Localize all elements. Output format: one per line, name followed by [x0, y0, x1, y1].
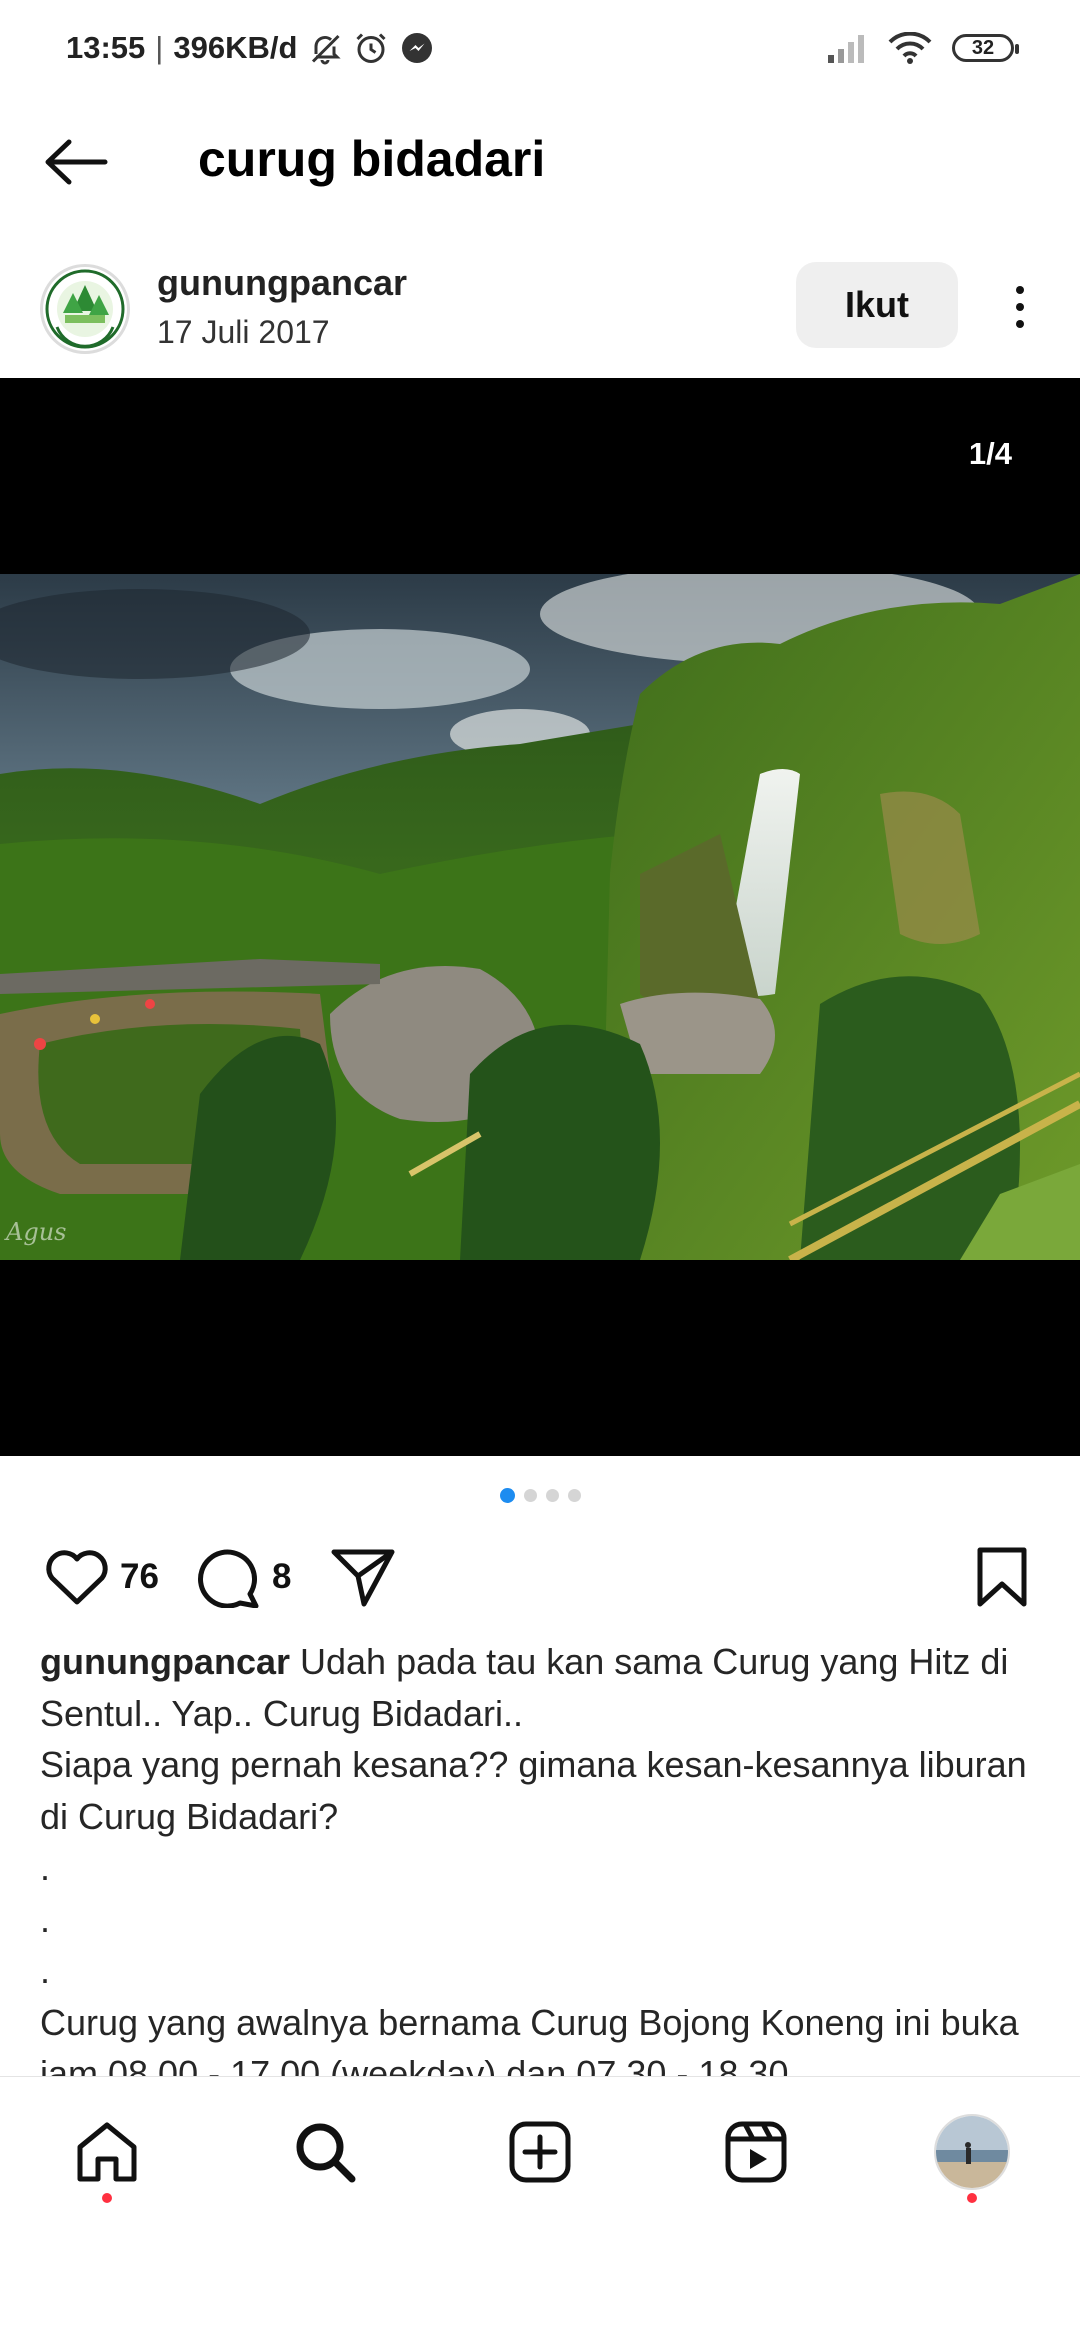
search-header: curug bidadari: [0, 100, 1080, 220]
comment-count[interactable]: 8: [272, 1557, 291, 1597]
caption-username[interactable]: gunungpancar: [40, 1641, 290, 1682]
post-media-carousel[interactable]: 1/4 Agus: [0, 378, 1080, 1456]
back-button[interactable]: [36, 122, 116, 202]
carousel-dot: [545, 1489, 559, 1502]
alarm-icon: [356, 33, 386, 63]
gunungpancar-logo-icon: [45, 269, 125, 349]
share-button[interactable]: [330, 1540, 396, 1614]
follow-button[interactable]: Ikut: [796, 262, 958, 348]
more-vertical-icon: [1016, 286, 1024, 294]
more-options-button[interactable]: [990, 272, 1050, 342]
status-data-rate: 396KB/d: [173, 30, 298, 65]
nav-create[interactable]: [495, 2107, 585, 2197]
caption-line: .: [40, 1847, 51, 1888]
bottom-navigation: [0, 2076, 1080, 2341]
more-dot: [1016, 303, 1024, 311]
battery-indicator: 32: [952, 34, 1019, 62]
nav-home[interactable]: [62, 2107, 152, 2203]
more-dot: [1016, 320, 1024, 328]
search-icon: [296, 2123, 356, 2183]
notification-dot: [967, 2193, 977, 2203]
caption-line: .: [40, 1950, 51, 1991]
status-right: 32: [826, 32, 1019, 64]
post-caption: gunungpancar Udah pada tau kan sama Curu…: [40, 1636, 1050, 2076]
photo-watermark: Agus: [6, 1218, 67, 1246]
status-bar: 13:55 | 396KB/d 32: [0, 0, 1080, 100]
share-icon: [331, 1549, 395, 1607]
battery-level: 32: [971, 36, 995, 59]
caption-line: Siapa yang pernah kesana?? gimana kesan-…: [40, 1744, 1027, 1837]
page-title: curug bidadari: [198, 131, 546, 187]
beach-photo-icon: [936, 2116, 1008, 2188]
save-button[interactable]: [974, 1540, 1030, 1614]
nav-reels[interactable]: [711, 2107, 801, 2197]
messenger-icon: [402, 33, 433, 63]
notification-dot: [102, 2193, 112, 2203]
bookmark-icon: [977, 1547, 1027, 1607]
nav-profile[interactable]: [927, 2107, 1017, 2203]
carousel-dot: [567, 1489, 581, 1502]
profile-avatar: [934, 2114, 1010, 2190]
wifi-icon: [888, 32, 932, 64]
post-username[interactable]: gunungpancar: [157, 262, 407, 304]
caption-line: gunungpancar Udah pada tau kan sama Curu…: [40, 1636, 1050, 1739]
signal-icon: [828, 35, 864, 63]
status-left: 13:55 | 396KB/d: [66, 30, 435, 66]
like-count[interactable]: 76: [120, 1557, 159, 1597]
carousel-indicator: [0, 1488, 1080, 1503]
caption-line: Curug yang awalnya bernama Curug Bojong …: [40, 2001, 1019, 2077]
account-avatar[interactable]: [40, 264, 130, 354]
post-header: gunungpancar 17 Juli 2017 Ikut: [0, 250, 1080, 375]
arrow-left-icon: [45, 139, 108, 185]
carousel-dot-active: [499, 1488, 515, 1503]
home-icon: [77, 2122, 137, 2182]
comment-button[interactable]: 8: [196, 1540, 291, 1614]
mute-bell-icon: [312, 34, 342, 65]
status-separator: |: [155, 30, 164, 65]
waterfall-photo[interactable]: [0, 574, 1080, 1260]
status-time: 13:55: [66, 30, 146, 65]
carousel-dot: [523, 1489, 537, 1502]
comment-icon: [198, 1549, 259, 1608]
post-date: 17 Juli 2017: [157, 314, 330, 350]
caption-line: .: [40, 1898, 51, 1940]
carousel-counter: 1/4: [968, 436, 1012, 471]
nav-search[interactable]: [280, 2107, 370, 2197]
create-icon: [509, 2121, 571, 2183]
reels-icon: [725, 2121, 787, 2183]
like-button[interactable]: 76: [44, 1540, 159, 1614]
post-actions: 76 8: [0, 1540, 1080, 1614]
heart-icon: [46, 1550, 108, 1605]
